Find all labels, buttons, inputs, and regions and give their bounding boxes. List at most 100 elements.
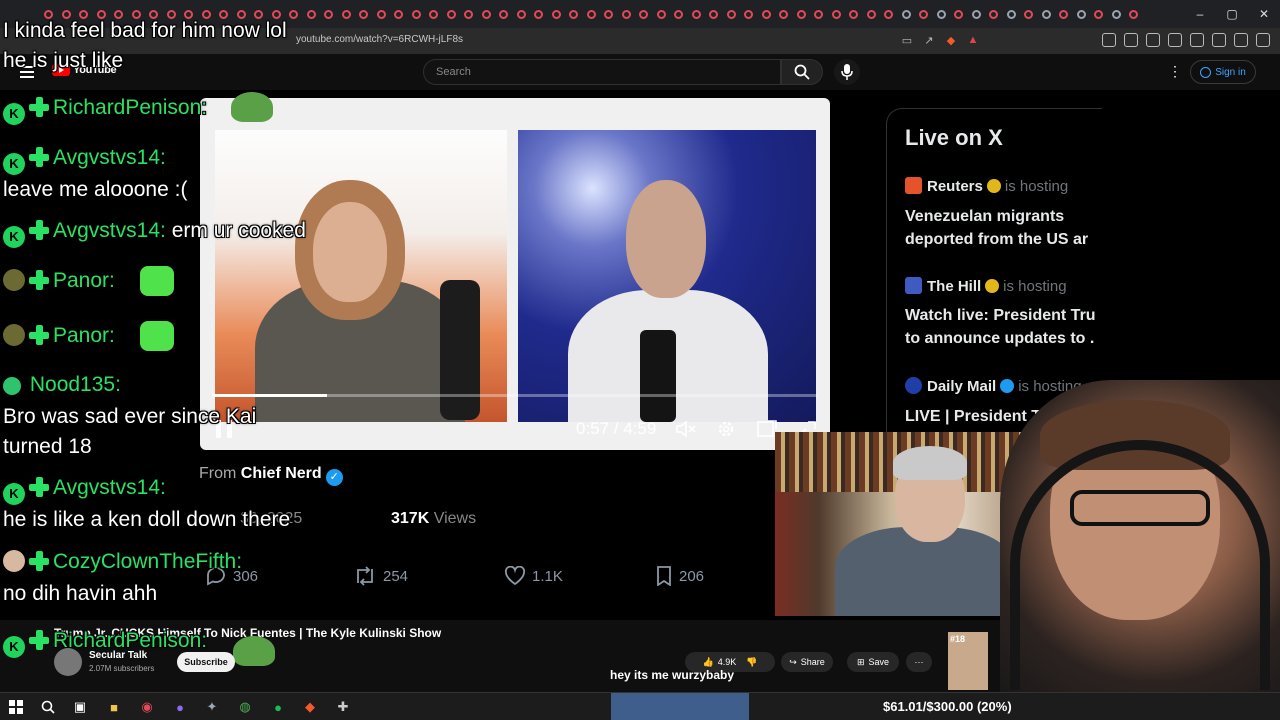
browser-tab[interactable] (478, 3, 496, 25)
chat-username[interactable]: RichardPenison: (53, 629, 207, 652)
browser-tab[interactable] (670, 3, 688, 25)
media-icon[interactable] (1146, 33, 1160, 47)
extension-icon[interactable] (1102, 33, 1116, 47)
browser-tab[interactable] (355, 3, 373, 25)
browser-tab[interactable] (1038, 3, 1056, 25)
browser-tab[interactable] (460, 3, 478, 25)
browser-tab[interactable] (740, 3, 758, 25)
browser-tab[interactable] (548, 3, 566, 25)
browser-menu-icon[interactable] (1256, 33, 1270, 47)
recommended-thumbnail[interactable]: #18 (948, 632, 988, 690)
more-options-icon[interactable]: ⋮ (1168, 64, 1182, 78)
like-action[interactable]: 1.1K (504, 566, 563, 586)
browser-tab[interactable] (338, 3, 356, 25)
browser-tab[interactable] (985, 3, 1003, 25)
sign-in-button[interactable]: Sign in (1190, 60, 1256, 84)
chat-username[interactable]: Panor: (53, 269, 115, 292)
browser-tab[interactable] (303, 3, 321, 25)
app-icon[interactable]: ◉ (138, 698, 156, 716)
volume-icon[interactable] (675, 418, 697, 440)
taskbar-active-window[interactable] (611, 693, 749, 720)
browser-tab[interactable] (1108, 3, 1126, 25)
browser-tab[interactable] (320, 3, 338, 25)
file-explorer-icon[interactable]: ■ (105, 698, 123, 716)
browser-tab[interactable] (1020, 3, 1038, 25)
search-input[interactable]: Search (423, 59, 781, 85)
live-headline[interactable]: Venezuelan migrants deported from the US … (905, 205, 1088, 251)
live-host-row[interactable]: Reuters is hosting (905, 177, 1068, 195)
wallet-icon[interactable] (1190, 33, 1204, 47)
subscribe-button[interactable]: Subscribe (177, 652, 235, 672)
windows-start-icon[interactable] (7, 698, 25, 716)
live-headline[interactable]: Watch live: President Tru to announce upd… (905, 304, 1096, 350)
browser-tab[interactable] (688, 3, 706, 25)
browser-tab[interactable] (513, 3, 531, 25)
browser-tab[interactable] (635, 3, 653, 25)
save-button[interactable]: ⊞ Save (847, 652, 899, 672)
browser-tab[interactable] (495, 3, 513, 25)
browser-tab[interactable] (845, 3, 863, 25)
channel-name[interactable]: Secular Talk (89, 650, 147, 661)
chat-username[interactable]: RichardPenison: (53, 96, 207, 119)
app-icon[interactable]: ✚ (334, 698, 352, 716)
chat-username[interactable]: Nood135: (30, 373, 121, 396)
browser-tab[interactable] (425, 3, 443, 25)
post-author[interactable]: Chief Nerd (241, 465, 322, 482)
chrome-icon[interactable]: ◍ (236, 698, 254, 716)
browser-tab[interactable] (583, 3, 601, 25)
browser-tab[interactable] (793, 3, 811, 25)
live-host-row[interactable]: Daily Mail is hosting (905, 377, 1082, 395)
app-icon[interactable]: ✦ (203, 698, 221, 716)
brave-rewards-icon[interactable]: ▲ (966, 33, 980, 47)
chat-username[interactable]: Panor: (53, 324, 115, 347)
browser-tab[interactable] (950, 3, 968, 25)
leo-icon[interactable] (1212, 33, 1226, 47)
browser-tab[interactable] (775, 3, 793, 25)
browser-tab[interactable] (285, 3, 303, 25)
browser-tab[interactable] (373, 3, 391, 25)
discord-icon[interactable]: ● (171, 698, 189, 716)
share-icon[interactable]: ↗ (922, 33, 936, 47)
browser-tab[interactable] (1073, 3, 1091, 25)
chat-username[interactable]: CozyClownTheFifth: (53, 550, 242, 573)
extension-icon[interactable] (1124, 33, 1138, 47)
maximize-button[interactable]: ▢ (1216, 0, 1248, 28)
browser-tab[interactable] (1003, 3, 1021, 25)
address-bar[interactable]: youtube.com/watch?v=6RCWH-jLF8s (296, 34, 463, 45)
channel-avatar[interactable] (54, 648, 82, 676)
browser-tab[interactable] (723, 3, 741, 25)
browser-tab[interactable] (705, 3, 723, 25)
cast-icon[interactable]: ▭ (900, 33, 914, 47)
browser-tab[interactable] (758, 3, 776, 25)
vpn-icon[interactable] (1234, 33, 1248, 47)
chat-username[interactable]: Avgvstvs14: (53, 476, 166, 499)
browser-tab[interactable] (828, 3, 846, 25)
video-progress-bar[interactable] (212, 394, 818, 397)
chat-username[interactable]: Avgvstvs14: (53, 146, 166, 169)
browser-tab[interactable] (565, 3, 583, 25)
browser-tab[interactable] (1090, 3, 1108, 25)
taskbar-search-icon[interactable] (39, 698, 57, 716)
brave-browser-icon[interactable]: ◆ (301, 698, 319, 716)
browser-tab[interactable] (408, 3, 426, 25)
browser-tab[interactable] (653, 3, 671, 25)
browser-tab[interactable] (915, 3, 933, 25)
browser-tab[interactable] (1125, 3, 1143, 25)
more-actions-button[interactable]: ··· (906, 652, 932, 672)
browser-tab[interactable] (390, 3, 408, 25)
minimize-button[interactable]: – (1184, 0, 1216, 28)
browser-tab[interactable] (863, 3, 881, 25)
bookmark-action[interactable]: 206 (655, 566, 704, 586)
browser-tab[interactable] (1055, 3, 1073, 25)
brave-shield-icon[interactable]: ◆ (944, 33, 958, 47)
task-view-icon[interactable]: ▣ (71, 698, 89, 716)
voice-search-button[interactable] (834, 59, 860, 85)
browser-tab[interactable] (810, 3, 828, 25)
browser-tab[interactable] (898, 3, 916, 25)
chat-username[interactable]: Avgvstvs14: (53, 219, 166, 242)
search-button[interactable] (781, 59, 823, 85)
sidebar-icon[interactable] (1168, 33, 1182, 47)
close-window-button[interactable]: ✕ (1248, 0, 1280, 28)
browser-tab[interactable] (600, 3, 618, 25)
spotify-icon[interactable]: ● (269, 698, 287, 716)
